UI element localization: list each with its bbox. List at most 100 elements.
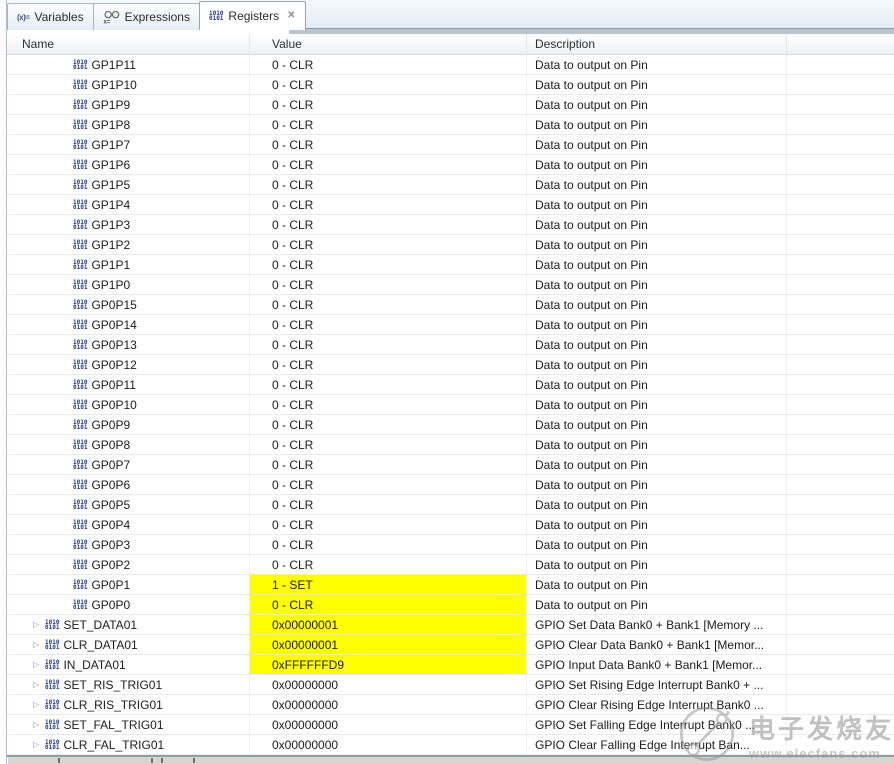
register-value-cell[interactable]: 0 - CLR: [250, 415, 527, 435]
table-row[interactable]: 1010 0101 GP0P6 0 - CLR Data to output on Pi…: [7, 475, 894, 495]
register-value-cell[interactable]: 0 - CLR: [250, 535, 527, 555]
register-value-cell[interactable]: 0 - CLR: [250, 315, 527, 335]
table-row[interactable]: 1010 0101 GP1P4 0 - CLR Data to output on Pi…: [7, 195, 894, 215]
register-value-cell[interactable]: 0x00000000: [250, 715, 527, 735]
table-row[interactable]: 1010 0101 GP1P6 0 - CLR Data to output on Pi…: [7, 155, 894, 175]
table-row[interactable]: ▷ 1010 0101 CLR_DATA01 0x00000001 GPIO Clear …: [7, 635, 894, 655]
register-value-cell[interactable]: 0 - CLR: [250, 255, 527, 275]
register-value-cell[interactable]: 0 - CLR: [250, 135, 527, 155]
register-value-cell[interactable]: 0 - CLR: [250, 235, 527, 255]
column-header-description[interactable]: Description: [527, 34, 787, 54]
row-spacer: [787, 455, 894, 475]
register-icon-line: 0101: [73, 263, 88, 271]
register-value-cell[interactable]: 0 - CLR: [250, 215, 527, 235]
register-value-cell[interactable]: 0 - CLR: [250, 335, 527, 355]
tab-expressions[interactable]: x= Expressions: [92, 3, 200, 30]
register-value-cell[interactable]: 0 - CLR: [250, 495, 527, 515]
table-row[interactable]: 1010 0101 GP1P3 0 - CLR Data to output on Pi…: [7, 215, 894, 235]
expander-icon[interactable]: ▷: [33, 720, 45, 729]
table-row[interactable]: 1010 0101 GP0P10 0 - CLR Data to output on P…: [7, 395, 894, 415]
table-row[interactable]: 1010 0101 GP1P11 0 - CLR Data to output on P…: [7, 55, 894, 75]
close-icon[interactable]: ✕: [287, 11, 295, 21]
table-row[interactable]: 1010 0101 GP0P1 1 - SET Data to output on Pi…: [7, 575, 894, 595]
register-value-cell[interactable]: 0x00000000: [250, 675, 527, 695]
register-value-cell[interactable]: 0x00000001: [250, 615, 527, 635]
table-row[interactable]: 1010 0101 GP1P1 0 - CLR Data to output on Pi…: [7, 255, 894, 275]
table-row[interactable]: 1010 0101 GP1P0 0 - CLR Data to output on Pi…: [7, 275, 894, 295]
register-value-cell[interactable]: 0 - CLR: [250, 555, 527, 575]
table-row[interactable]: ▷ 1010 0101 SET_FAL_TRIG01 0x00000000 GPIO Se…: [7, 715, 894, 735]
bottom-sash[interactable]: [8, 757, 894, 764]
register-value-cell[interactable]: 0 - CLR: [250, 375, 527, 395]
table-row[interactable]: ▷ 1010 0101 SET_RIS_TRIG01 0x00000000 GPIO Se…: [7, 675, 894, 695]
table-row[interactable]: 1010 0101 GP0P2 0 - CLR Data to output on Pi…: [7, 555, 894, 575]
register-value-cell[interactable]: 0 - CLR: [250, 195, 527, 215]
register-value-cell[interactable]: 1 - SET: [250, 575, 527, 595]
tab-registers[interactable]: 1010 0101 Registers ✕: [198, 1, 306, 30]
register-value-cell[interactable]: 0 - CLR: [250, 295, 527, 315]
register-icon-line: 0101: [73, 343, 88, 351]
expander-icon[interactable]: ▷: [33, 640, 45, 649]
table-row[interactable]: 1010 0101 GP0P14 0 - CLR Data to output on P…: [7, 315, 894, 335]
register-value-cell[interactable]: 0 - CLR: [250, 175, 527, 195]
register-value-cell[interactable]: 0 - CLR: [250, 455, 527, 475]
register-icon-line: 0101: [73, 203, 88, 211]
register-icon-line: 0101: [73, 423, 88, 431]
register-value-cell[interactable]: 0 - CLR: [250, 155, 527, 175]
table-row[interactable]: 1010 0101 GP0P12 0 - CLR Data to output on P…: [7, 355, 894, 375]
register-icon-line: 0101: [73, 603, 88, 611]
table-row[interactable]: 1010 0101 GP0P11 0 - CLR Data to output on P…: [7, 375, 894, 395]
register-description-cell: Data to output on Pin: [527, 555, 787, 575]
register-description-cell: Data to output on Pin: [527, 415, 787, 435]
register-value-cell[interactable]: 0 - CLR: [250, 115, 527, 135]
table-row[interactable]: 1010 0101 GP0P3 0 - CLR Data to output on Pi…: [7, 535, 894, 555]
register-value-cell[interactable]: 0 - CLR: [250, 595, 527, 615]
register-value-cell[interactable]: 0x00000001: [250, 635, 527, 655]
column-header-value[interactable]: Value: [250, 34, 527, 54]
register-icon-line: 0101: [73, 283, 88, 291]
expander-icon[interactable]: ▷: [33, 620, 45, 629]
register-value-cell[interactable]: 0 - CLR: [250, 55, 527, 75]
table-row[interactable]: 1010 0101 GP0P13 0 - CLR Data to output on P…: [7, 335, 894, 355]
table-row[interactable]: 1010 0101 GP1P5 0 - CLR Data to output on Pi…: [7, 175, 894, 195]
register-icon-line: 0101: [45, 623, 60, 631]
register-icon: 1010 0101: [73, 399, 87, 410]
register-description-cell: Data to output on Pin: [527, 235, 787, 255]
table-row[interactable]: 1010 0101 GP0P0 0 - CLR Data to output on Pi…: [7, 595, 894, 615]
table-row[interactable]: 1010 0101 GP1P2 0 - CLR Data to output on Pi…: [7, 235, 894, 255]
table-row[interactable]: 1010 0101 GP0P15 0 - CLR Data to output on P…: [7, 295, 894, 315]
register-value-cell[interactable]: 0 - CLR: [250, 435, 527, 455]
table-row[interactable]: 1010 0101 GP0P7 0 - CLR Data to output on Pi…: [7, 455, 894, 475]
register-value-cell[interactable]: 0 - CLR: [250, 95, 527, 115]
tab-variables[interactable]: (x)= Variables: [7, 3, 94, 30]
register-value-cell[interactable]: 0x00000000: [250, 735, 527, 755]
register-value-cell[interactable]: 0 - CLR: [250, 395, 527, 415]
table-row[interactable]: 1010 0101 GP0P8 0 - CLR Data to output on Pi…: [7, 435, 894, 455]
table-row[interactable]: 1010 0101 GP1P7 0 - CLR Data to output on Pi…: [7, 135, 894, 155]
table-row[interactable]: 1010 0101 GP0P9 0 - CLR Data to output on Pi…: [7, 415, 894, 435]
expander-icon[interactable]: ▷: [33, 680, 45, 689]
register-value-cell[interactable]: 0 - CLR: [250, 75, 527, 95]
table-row[interactable]: 1010 0101 GP1P9 0 - CLR Data to output on Pi…: [7, 95, 894, 115]
register-icon: 1010 0101: [73, 579, 87, 590]
register-value-cell[interactable]: 0 - CLR: [250, 275, 527, 295]
table-row[interactable]: ▷ 1010 0101 SET_DATA01 0x00000001 GPIO Set Da…: [7, 615, 894, 635]
table-row[interactable]: 1010 0101 GP0P4 0 - CLR Data to output on Pi…: [7, 515, 894, 535]
register-value-cell[interactable]: 0xFFFFFFD9: [250, 655, 527, 675]
column-header-name[interactable]: Name: [7, 34, 250, 54]
register-value-cell[interactable]: 0 - CLR: [250, 475, 527, 495]
expander-icon[interactable]: ▷: [33, 660, 45, 669]
table-row[interactable]: 1010 0101 GP1P10 0 - CLR Data to output on P…: [7, 75, 894, 95]
register-value-cell[interactable]: 0x00000000: [250, 695, 527, 715]
register-icon-line: 0101: [73, 483, 88, 491]
register-description-cell: Data to output on Pin: [527, 355, 787, 375]
table-row[interactable]: 1010 0101 GP1P8 0 - CLR Data to output on Pi…: [7, 115, 894, 135]
table-row[interactable]: 1010 0101 GP0P5 0 - CLR Data to output on Pi…: [7, 495, 894, 515]
table-row[interactable]: ▷ 1010 0101 CLR_FAL_TRIG01 0x00000000 GPIO Cl…: [7, 735, 894, 755]
table-row[interactable]: ▷ 1010 0101 IN_DATA01 0xFFFFFFD9 GPIO Input D…: [7, 655, 894, 675]
table-row[interactable]: ▷ 1010 0101 CLR_RIS_TRIG01 0x00000000 GPIO Cl…: [7, 695, 894, 715]
register-value-cell[interactable]: 0 - CLR: [250, 515, 527, 535]
register-value-cell[interactable]: 0 - CLR: [250, 355, 527, 375]
expander-icon[interactable]: ▷: [33, 740, 45, 749]
expander-icon[interactable]: ▷: [33, 700, 45, 709]
